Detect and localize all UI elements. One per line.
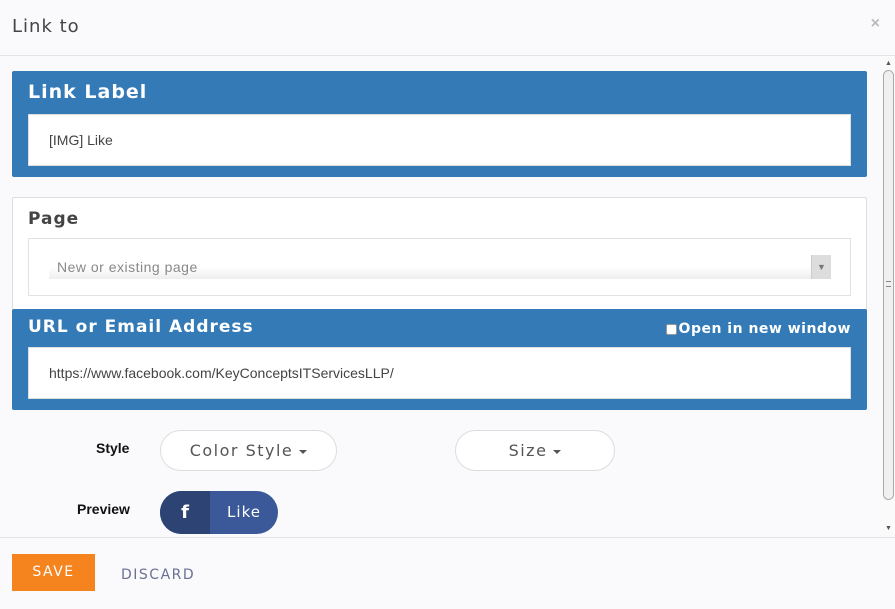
color-style-label: Color Style	[189, 441, 294, 460]
url-title: URL or Email Address	[28, 317, 254, 337]
open-new-window-checkbox[interactable]	[665, 323, 677, 335]
size-label: Size	[508, 441, 548, 460]
dialog-header: Link to ×	[0, 0, 895, 56]
scroll-down-icon[interactable]: ▼	[883, 523, 894, 535]
chevron-down-icon[interactable]: ▼	[811, 255, 831, 279]
url-panel: URL or Email Address Open in new window …	[12, 309, 867, 410]
preview-label: Preview	[77, 501, 130, 517]
page-title: Page	[28, 209, 80, 229]
dialog-footer: SAVE DISCARD	[0, 537, 895, 609]
link-label-title: Link Label	[28, 81, 148, 103]
page-select[interactable]: New or existing page ▼	[49, 255, 831, 279]
close-icon[interactable]: ×	[871, 15, 880, 33]
save-button[interactable]: SAVE	[12, 554, 95, 591]
vertical-scrollbar[interactable]: ▲ ▼	[882, 56, 895, 537]
open-new-window-option[interactable]: Open in new window	[665, 321, 851, 337]
page-select-container: New or existing page ▼	[28, 238, 851, 296]
caret-down-icon	[299, 449, 308, 454]
facebook-like-preview: f Like	[160, 491, 278, 534]
url-input[interactable]: https://www.facebook.com/KeyConceptsITSe…	[28, 347, 851, 399]
discard-button[interactable]: DISCARD	[121, 567, 195, 583]
link-label-panel: Link Label [IMG] Like	[12, 71, 867, 177]
like-text: Like	[227, 503, 261, 521]
color-style-dropdown[interactable]: Color Style	[160, 430, 337, 471]
facebook-icon: f	[160, 491, 210, 534]
page-select-placeholder: New or existing page	[57, 259, 198, 275]
link-label-input[interactable]: [IMG] Like	[28, 114, 851, 166]
grip-icon	[886, 281, 891, 287]
open-new-window-label: Open in new window	[678, 321, 851, 337]
scroll-up-icon[interactable]: ▲	[883, 58, 894, 70]
dialog-body: Link Label [IMG] Like Page New or existi…	[0, 56, 895, 537]
style-label: Style	[96, 440, 130, 456]
scrollbar-thumb[interactable]	[883, 70, 894, 500]
dialog-title: Link to	[12, 16, 80, 37]
size-dropdown[interactable]: Size	[455, 430, 615, 471]
caret-down-icon	[553, 449, 562, 454]
